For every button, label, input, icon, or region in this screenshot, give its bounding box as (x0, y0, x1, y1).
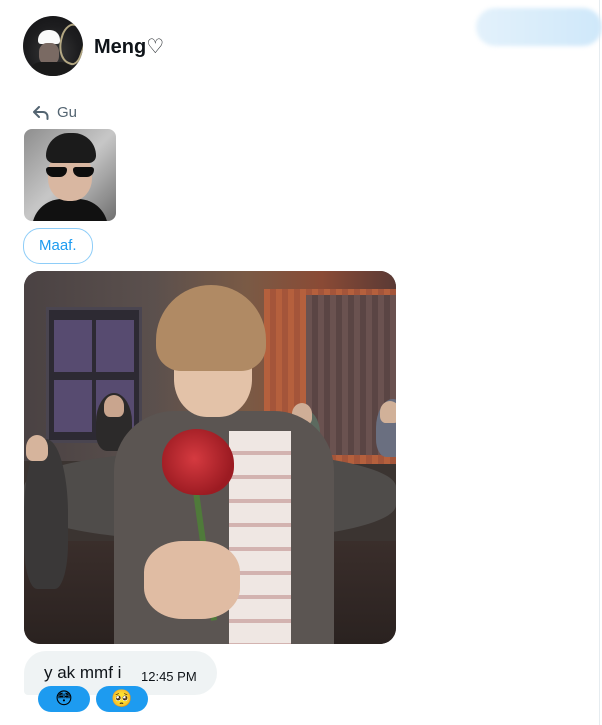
reaction-pleading-face[interactable]: 🥺 (96, 686, 148, 712)
avatar[interactable] (23, 16, 83, 76)
message-text: y ak mmf i (44, 663, 122, 682)
reply-context: Gu (33, 104, 77, 121)
quick-reply-button[interactable]: Maaf. (23, 228, 93, 264)
replied-image-thumbnail[interactable] (24, 129, 116, 221)
reply-context-label: Gu (57, 104, 78, 121)
reaction-list: 😳 🥺 (38, 686, 148, 712)
message-photo[interactable] (24, 271, 396, 644)
conversation-header: Meng♡ (23, 16, 164, 76)
message-timestamp: 12:45 PM (141, 669, 197, 684)
reply-arrow-icon (33, 105, 49, 120)
username[interactable]: Meng♡ (94, 34, 164, 59)
top-right-blurred-element (476, 8, 602, 46)
reaction-flushed-face[interactable]: 😳 (38, 686, 90, 712)
panel-divider (599, 0, 600, 725)
